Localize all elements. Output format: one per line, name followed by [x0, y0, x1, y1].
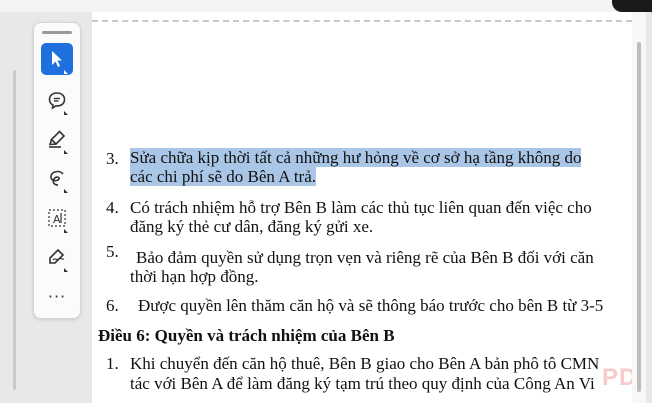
list-item-text: Có trách nhiệm hỗ trợ Bên B làm các thủ …: [130, 198, 592, 217]
svg-text:A: A: [53, 213, 61, 226]
list-item-text[interactable]: các chi phí sẽ do Bên A trả.: [130, 167, 317, 187]
more-dots-icon: ···: [47, 287, 67, 306]
list-item-text: Bảo đảm quyền sử dụng trọn vẹn và riêng …: [136, 248, 594, 267]
window-top-bar: [0, 0, 652, 12]
select-tool-button[interactable]: [41, 43, 73, 75]
left-scrollbar[interactable]: [13, 70, 16, 390]
vertical-scrollbar[interactable]: [632, 12, 646, 403]
page-top-edge: [92, 20, 632, 22]
list-item-text: đăng ký thẻ cư dân, đăng ký gửi xe.: [130, 217, 374, 236]
document-page: 3. Sửa chữa kịp thời tất cả những hư hỏn…: [92, 12, 632, 403]
window-corner: [612, 0, 652, 12]
scrollbar-thumb[interactable]: [637, 42, 641, 392]
list-item-text: tác với Bên A để làm đăng ký tạm trú the…: [130, 374, 595, 393]
list-number: 1.: [106, 354, 119, 373]
watermark-logo: PDF.VN: [602, 364, 632, 391]
draw-tool-button[interactable]: [41, 162, 73, 194]
list-number: 3.: [106, 149, 119, 168]
list-item-text[interactable]: Sửa chữa kịp thời tất cả những hư hỏng v…: [130, 148, 582, 168]
comment-tool-button[interactable]: [41, 84, 73, 116]
list-number: 6.: [106, 296, 119, 315]
list-item-text: thời hạn hợp đồng.: [130, 267, 259, 286]
annotation-toolbar: A ···: [33, 22, 81, 319]
highlight-tool-button[interactable]: [41, 123, 73, 155]
section-heading: Điều 6: Quyền và trách nhiệm của Bên B: [98, 326, 395, 345]
list-number: 4.: [106, 198, 119, 217]
more-tools-button[interactable]: ···: [41, 281, 73, 313]
toolbar-drag-handle[interactable]: [42, 31, 72, 34]
text-tool-button[interactable]: A: [41, 202, 73, 234]
list-item-text: Được quyền lên thăm căn hộ và sẽ thông b…: [138, 296, 604, 315]
list-number: 5.: [106, 242, 119, 261]
list-item-text: Khi chuyển đến căn hộ thuê, Bên B giao c…: [130, 354, 600, 373]
sign-tool-button[interactable]: [41, 241, 73, 273]
